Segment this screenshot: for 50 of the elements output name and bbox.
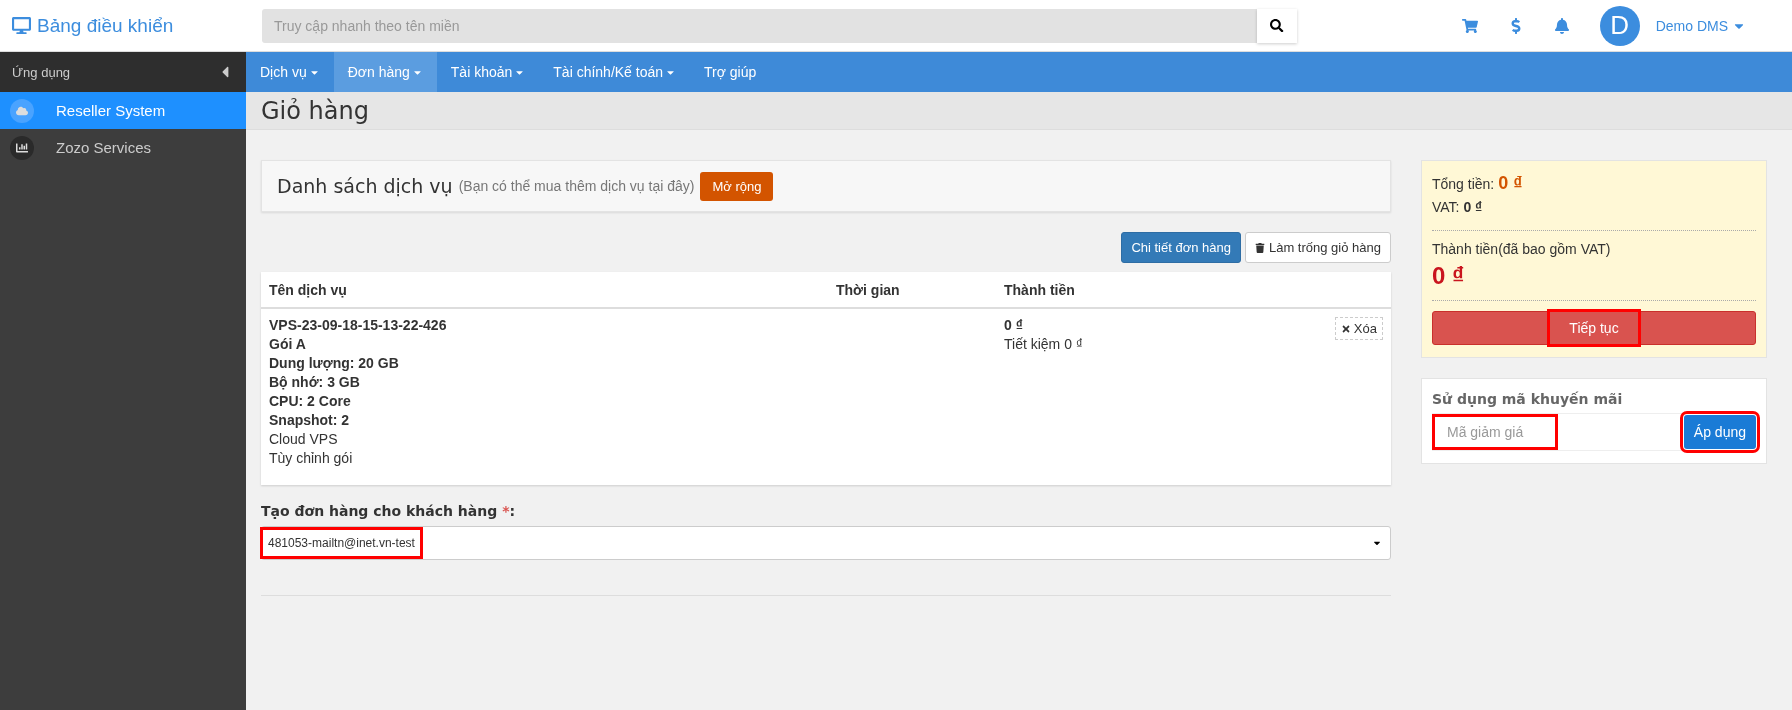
chart-icon [10,135,34,160]
nav-menu-item[interactable]: Trợ giúp [690,52,771,92]
nav-menu-item[interactable]: Dịch vụ [246,52,334,92]
column-header: Thời gian [836,281,901,298]
price-text: 0 ₫ [1004,317,1024,333]
customer-select[interactable]: 481053-mailtn@inet.vn-test [261,526,1391,560]
column-header: Thành tiền [1004,281,1076,298]
user-avatar[interactable]: D [1599,5,1640,46]
panel-title: Danh sách dịch vụ [277,175,453,197]
order-details-button[interactable]: Chi tiết đơn hàng [1121,232,1241,263]
service-detail: Bộ nhớ: 3 GB [269,374,361,390]
search-icon [1270,18,1284,33]
remove-button[interactable]: Xóa [1334,317,1383,340]
service-detail: VPS-23-09-18-15-13-22-426 [269,317,448,333]
promo-title: Sử dụng mã khuyến mãi [1432,391,1624,407]
cloud-icon [10,98,34,123]
service-detail: Gói A [269,336,307,352]
service-detail: Tùy chỉnh gói [269,450,354,466]
search-button[interactable] [1257,8,1297,43]
service-detail: Dung lượng: 20 GB [269,355,400,371]
grand-total-value: 0 ₫ [1432,262,1466,290]
vat-text: VAT: 0 ₫ [1432,199,1484,215]
service-detail: CPU: 2 Core [269,393,352,409]
sidebar-item[interactable]: Reseller System [0,92,246,129]
total-text: Tổng tiền: 0 ₫ [1432,173,1524,194]
sidebar-heading: Ứng dụng [12,64,71,80]
trash-icon [1254,242,1265,253]
monitor-icon [12,16,31,35]
saving-text: Tiết kiệm 0 ₫ [1004,336,1085,352]
grand-total-label: Thành tiền(đã bao gồm VAT) [1432,241,1612,257]
nav-menu-item[interactable]: Tài khoản [436,52,540,92]
service-detail: Snapshot: 2 [269,412,351,428]
continue-button[interactable]: Tiếp tục [1432,311,1756,345]
customer-label: Tạo đơn hàng cho khách hàng *: [261,503,517,519]
empty-cart-button[interactable]: Làm trống giỏ hàng [1244,232,1391,263]
nav-menu-item[interactable]: Tài chính/Kế toán [539,52,691,92]
nav-menu-item[interactable]: Đơn hàng [333,52,437,92]
search-field[interactable]: Truy cập nhanh theo tên miền [262,8,1257,43]
expand-button[interactable]: Mở rộng [700,171,774,201]
user-menu[interactable]: Demo DMS [1649,16,1752,35]
service-detail: Cloud VPS [269,431,339,447]
panel-note: (Bạn có thể mua thêm dịch vụ tại đây) [458,178,695,194]
cart-icon[interactable] [1461,17,1478,34]
bell-icon[interactable] [1553,17,1570,34]
brand-title[interactable]: Bảng điều khiển [37,14,174,37]
column-header: Tên dịch vụ [269,281,348,298]
coupon-input[interactable]: Mã giảm giá [1432,414,1558,450]
page-title: Giỏ hàng [246,92,1792,130]
close-icon [1340,323,1351,334]
sidebar-item[interactable]: Zozo Services [0,129,246,166]
